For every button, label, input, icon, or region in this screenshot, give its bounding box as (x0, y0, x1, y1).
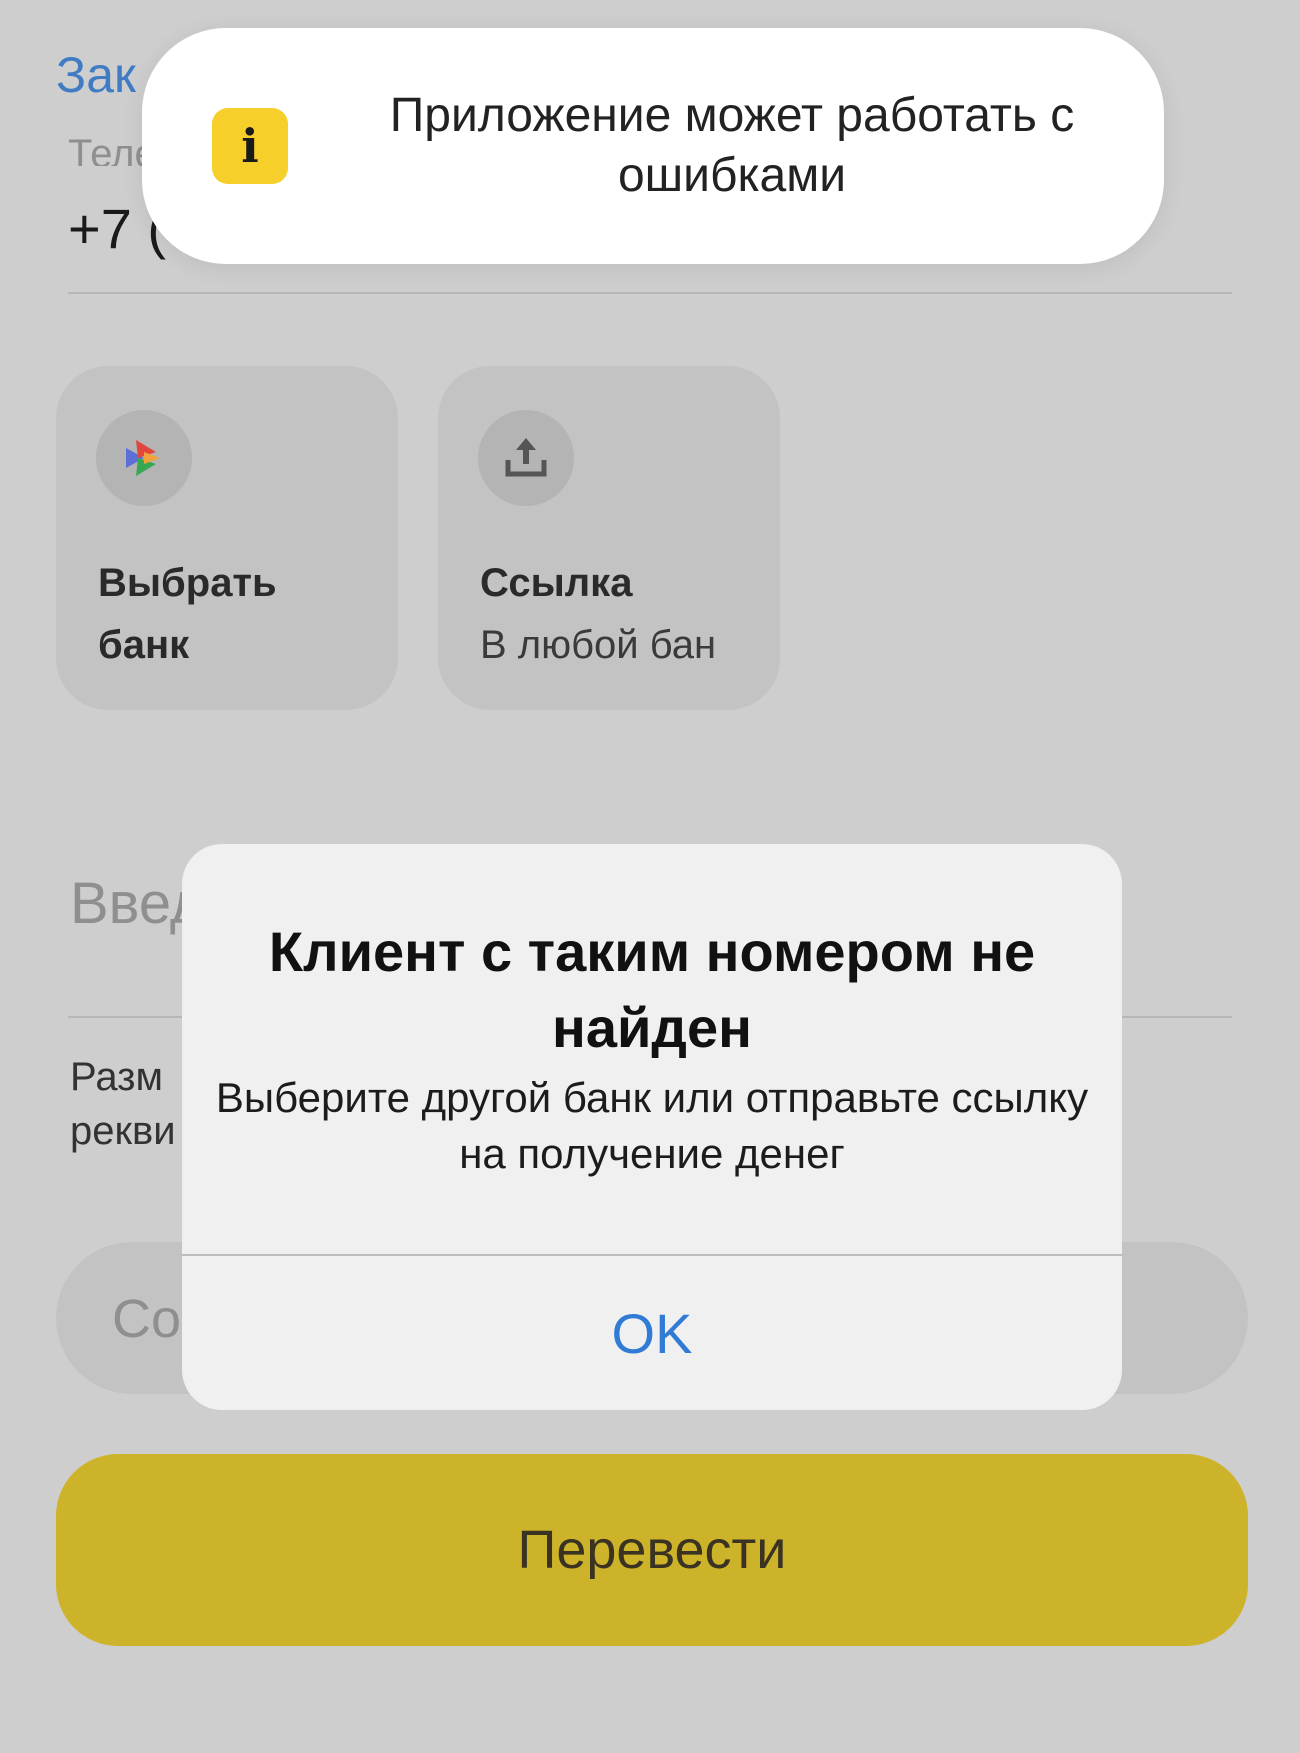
payment-link-tile-subtitle: В любой бан (480, 623, 717, 667)
alert-ok-button[interactable]: OK (182, 1256, 1122, 1410)
transfer-button[interactable]: Перевести (56, 1454, 1248, 1646)
select-bank-tile[interactable]: Выбрать банк (56, 366, 398, 710)
client-not-found-alert: Клиент с таким номером не найден Выберит… (182, 844, 1122, 1410)
phone-field-divider (68, 292, 1232, 294)
alert-message: Выберите другой банк или отправьте ссылк… (215, 1074, 1089, 1177)
bank-select-icon (96, 410, 192, 506)
comment-input-placeholder: Со (112, 1289, 182, 1349)
tile-text-fade (710, 606, 780, 686)
warning-toast: i Приложение может работать с ошибками (142, 28, 1164, 264)
share-upload-icon (478, 410, 574, 506)
toast-message: Приложение может работать с ошибками (389, 89, 1075, 202)
back-link[interactable]: Зак (56, 46, 136, 104)
payment-link-tile[interactable]: Ссылка В любой бан (438, 366, 780, 710)
select-bank-tile-title: Выбрать банк (98, 561, 277, 667)
alert-title: Клиент с таким номером не найден (268, 920, 1036, 1059)
info-icon: i (212, 108, 288, 184)
payment-link-tile-title: Ссылка (480, 561, 633, 605)
